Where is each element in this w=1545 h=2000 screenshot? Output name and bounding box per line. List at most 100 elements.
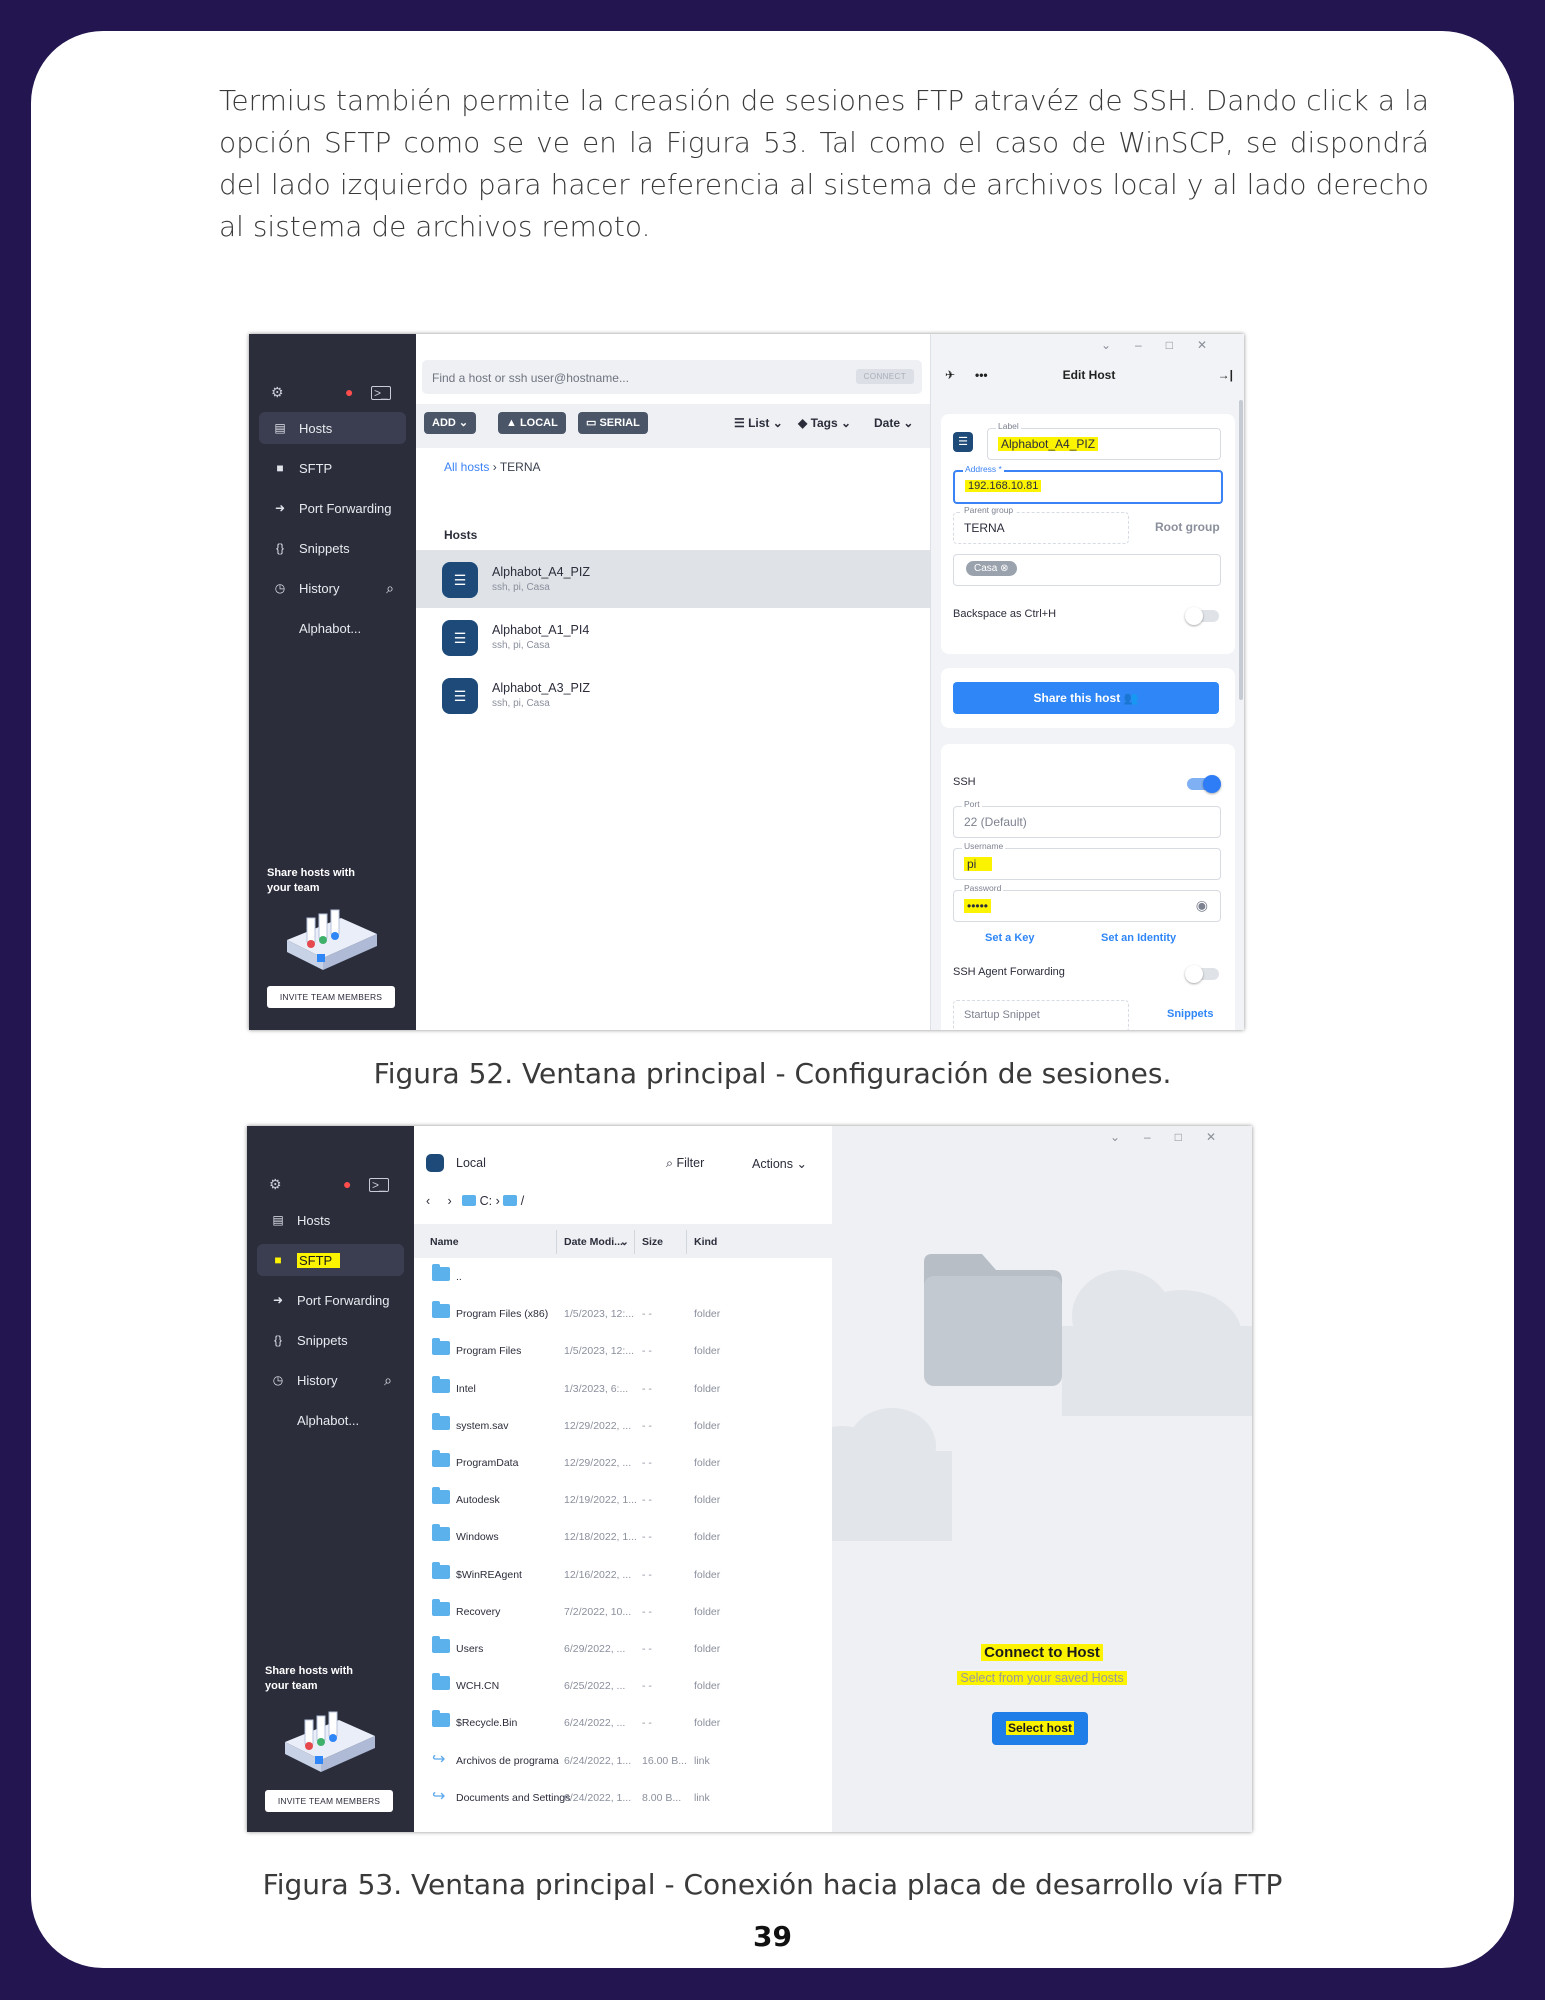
folder-icon: ■ — [274, 1253, 282, 1267]
file-row[interactable]: Program Files (x86) 1/5/2023, 12:... - - fo… — [414, 1295, 832, 1332]
share-hosts-text: Share hosts with your team — [265, 1665, 354, 1692]
connect-button[interactable]: CONNECT — [855, 369, 914, 384]
sidebar-item-port-forwarding[interactable]: ➜ Port Forwarding — [257, 1284, 404, 1316]
username-field[interactable]: Username pi — [953, 841, 1221, 880]
tag-chip[interactable]: Casa ⊗ — [966, 561, 1017, 576]
sidebar-item-recent-host[interactable]: Alphabot... — [257, 1404, 404, 1436]
path-drive[interactable]: C: — [480, 1194, 493, 1208]
host-general-card: ☰ Label Alphabot_A4_PIZ Address * 192.16… — [941, 414, 1235, 654]
sidebar-item-hosts[interactable]: ▤ Hosts — [259, 412, 406, 444]
file-row[interactable]: $Recycle.Bin 6/24/2022, ... - - folder — [414, 1704, 832, 1741]
port-field[interactable]: Port 22 (Default) — [953, 799, 1221, 838]
sidebar-item-recent-host[interactable]: Alphabot... — [259, 612, 406, 644]
server-icon: ☰ — [442, 620, 478, 656]
parent-group-field[interactable]: Parent group TERNA — [953, 505, 1129, 544]
invite-team-button[interactable]: INVITE TEAM MEMBERS — [267, 986, 395, 1008]
set-identity-link[interactable]: Set an Identity — [1101, 932, 1176, 944]
file-row[interactable]: .. — [414, 1258, 832, 1295]
forward-icon[interactable]: › — [448, 1194, 452, 1208]
gear-icon[interactable]: ⚙ — [271, 384, 284, 401]
file-row[interactable]: Windows 12/18/2022, 1... - - folder — [414, 1518, 832, 1555]
view-list-toggle[interactable]: ☰ List ⌄ — [734, 416, 783, 430]
sidebar-item-sftp[interactable]: ■ SFTP — [259, 452, 406, 484]
sidebar-item-history[interactable]: ◷ History ⌕ — [257, 1364, 404, 1396]
sidebar-item-snippets[interactable]: {} Snippets — [257, 1324, 404, 1356]
path-root[interactable]: / — [521, 1194, 524, 1208]
file-row[interactable]: ↪ Archivos de programa 6/24/2022, 1... 16.0… — [414, 1742, 832, 1779]
file-row[interactable]: Program Files 1/5/2023, 12:... - - folder — [414, 1332, 832, 1369]
file-row[interactable]: Users 6/29/2022, ... - - folder — [414, 1630, 832, 1667]
file-row[interactable]: ↪ Documents and Settings 6/24/2022, 1... 8.… — [414, 1779, 832, 1816]
hosts-section-header: Hosts — [444, 528, 478, 542]
gear-icon[interactable]: ⚙ — [269, 1176, 282, 1193]
backspace-toggle[interactable] — [1185, 607, 1219, 625]
file-row[interactable]: ProgramData 12/29/2022, ... - - folder — [414, 1444, 832, 1481]
sidebar-item-label: Alphabot... — [297, 1412, 360, 1428]
agent-forwarding-toggle[interactable] — [1185, 965, 1219, 983]
snippets-link[interactable]: Snippets — [1167, 1008, 1213, 1020]
file-row[interactable]: Recovery 7/2/2022, 10... - - folder — [414, 1593, 832, 1630]
share-host-button[interactable]: Share this host 👥 — [953, 682, 1219, 714]
sidebar-item-label: Snippets — [299, 540, 350, 556]
local-button[interactable]: ▲ LOCAL — [498, 412, 566, 434]
sidebar-item-label: Hosts — [297, 1212, 331, 1228]
ssh-toggle[interactable] — [1187, 775, 1221, 793]
select-host-button[interactable]: Select host — [992, 1712, 1088, 1745]
filter-button[interactable]: ⌕ Filter — [666, 1156, 704, 1171]
sidebar-item-sftp[interactable]: ■ SFTP — [257, 1244, 404, 1276]
label-field[interactable]: Label Alphabot_A4_PIZ — [987, 421, 1221, 460]
tags-filter[interactable]: ◆ Tags ⌄ — [798, 416, 851, 430]
sort-date[interactable]: Date ⌄ — [874, 416, 913, 430]
window-controls[interactable]: ⌄–□✕ — [1110, 1130, 1240, 1144]
folder-icon — [432, 1338, 450, 1356]
set-key-link[interactable]: Set a Key — [985, 932, 1035, 944]
file-row[interactable]: WCH.CN 6/25/2022, ... - - folder — [414, 1667, 832, 1704]
startup-snippet-field[interactable]: Startup Snippet — [953, 1000, 1129, 1030]
file-size: - - — [642, 1568, 652, 1581]
window-controls[interactable]: ⌄–□✕ — [1101, 338, 1231, 352]
sidebar: ⚙ ● >_ ▤ Hosts ■ SFTP ➜ Port Forwarding {} S… — [247, 1126, 414, 1832]
serial-button[interactable]: ▭ SERIAL — [578, 412, 648, 434]
root-group-link[interactable]: Root group — [1155, 520, 1220, 534]
address-field[interactable]: Address * 192.168.10.81 — [953, 464, 1223, 504]
terminal-icon[interactable]: >_ — [371, 386, 391, 400]
sidebar-item-port-forwarding[interactable]: ➜ Port Forwarding — [259, 492, 406, 524]
file-date: 1/3/2023, 6:... — [564, 1382, 629, 1395]
host-row[interactable]: ☰ Alphabot_A3_PIZ ssh, pi, Casa — [416, 666, 930, 724]
file-row[interactable]: Intel 1/3/2023, 6:... - - folder — [414, 1370, 832, 1407]
host-row[interactable]: ☰ Alphabot_A4_PIZ ssh, pi, Casa — [416, 550, 930, 608]
sidebar-item-history[interactable]: ◷ History ⌕ — [259, 572, 406, 604]
file-row[interactable]: $WinREAgent 12/16/2022, ... - - folder — [414, 1556, 832, 1593]
breadcrumb-all-hosts[interactable]: All hosts — [444, 460, 489, 474]
collapse-panel-icon[interactable]: →| — [1218, 368, 1233, 382]
add-button[interactable]: ADD ⌄ — [424, 412, 477, 434]
tags-field[interactable]: Casa ⊗ — [953, 554, 1221, 586]
file-name: Program Files — [456, 1345, 522, 1358]
column-kind[interactable]: Kind — [694, 1236, 717, 1248]
back-icon[interactable]: ‹ — [426, 1194, 430, 1208]
host-row[interactable]: ☰ Alphabot_A1_PI4 ssh, pi, Casa — [416, 608, 930, 666]
scrollbar[interactable] — [1239, 400, 1243, 700]
search-input[interactable] — [430, 360, 834, 396]
sidebar-item-hosts[interactable]: ▤ Hosts — [257, 1204, 404, 1236]
file-row[interactable]: Autodesk 12/19/2022, 1... - - folder — [414, 1481, 832, 1518]
terminal-icon[interactable]: >_ — [369, 1178, 389, 1192]
sidebar-item-snippets[interactable]: {} Snippets — [259, 532, 406, 564]
file-row[interactable]: system.sav 12/29/2022, ... - - folder — [414, 1407, 832, 1444]
search-icon[interactable]: ⌕ — [384, 1372, 392, 1389]
invite-team-button[interactable]: INVITE TEAM MEMBERS — [265, 1790, 393, 1812]
column-name[interactable]: Name — [430, 1236, 459, 1248]
folder-icon — [432, 1375, 450, 1393]
notification-icon[interactable]: ● — [345, 384, 353, 400]
search-icon[interactable]: ⌕ — [386, 580, 394, 597]
notification-icon[interactable]: ● — [343, 1176, 351, 1192]
password-field[interactable]: Password ••••• ◉ — [953, 883, 1221, 922]
column-date-modified[interactable]: Date Modi... — [564, 1236, 623, 1248]
column-size[interactable]: Size — [642, 1236, 663, 1248]
ssh-label: SSH — [953, 776, 976, 788]
link-icon: ↪ — [432, 1787, 446, 1805]
eye-off-icon[interactable]: ◉ — [1196, 897, 1208, 914]
local-tab[interactable]: Local — [426, 1154, 486, 1172]
actions-menu[interactable]: Actions ⌄ — [752, 1156, 807, 1171]
connect-title: Connect to Host — [832, 1644, 1252, 1661]
